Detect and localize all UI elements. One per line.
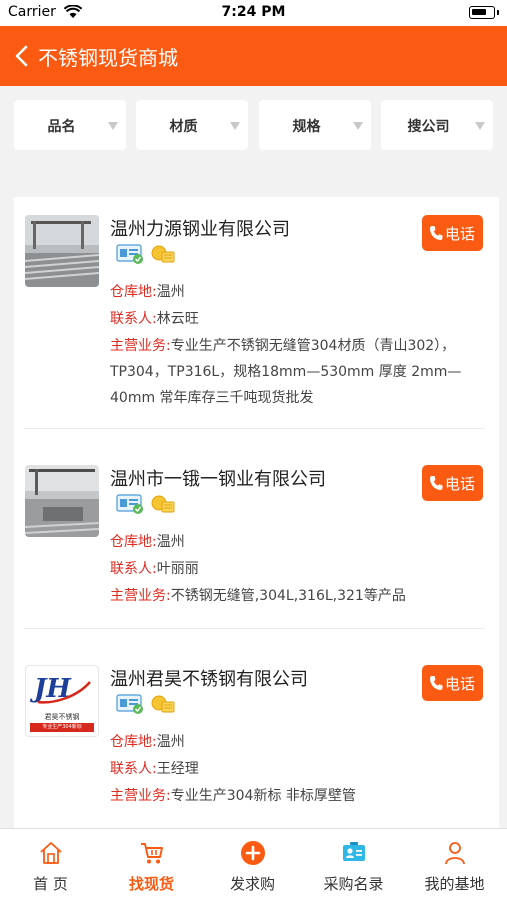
chevron-left-icon[interactable] xyxy=(12,44,34,68)
warehouse-value: 温州 xyxy=(156,284,185,300)
tab-bar: 首 页 找现货 发求购 采购名录 我的基地 xyxy=(0,828,507,900)
contact-row: 联系人:林云旺 xyxy=(110,306,480,332)
gold-member-icon xyxy=(151,495,175,513)
dropdown-arrow-icon xyxy=(230,122,240,130)
user-icon xyxy=(445,842,465,865)
contact-label: 联系人: xyxy=(110,761,157,777)
contact-value: 叶丽丽 xyxy=(156,561,199,577)
company-photo xyxy=(25,465,99,537)
warehouse-value: 温州 xyxy=(156,734,185,750)
warehouse-row: 仓库地:温州 xyxy=(110,529,480,555)
home-icon xyxy=(40,842,62,864)
company-logo: JH 君昊不锈钢 专业生产304新标 xyxy=(25,665,99,737)
tab-purchase-directory[interactable]: 采购名录 xyxy=(303,829,404,900)
warehouse-value: 温州 xyxy=(156,534,185,550)
card-divider xyxy=(24,628,485,629)
company-card[interactable]: 温州力源钢业有限公司 电话 仓库地:温州 联系人:林云旺 主营业务:专业生产不锈… xyxy=(14,197,499,429)
business-value: 不锈钢无缝管,304L,316L,321等产品 xyxy=(170,588,406,604)
tab-label: 采购名录 xyxy=(323,875,384,893)
tab-label: 首 页 xyxy=(33,875,68,893)
filter-bar: 品名 材质 规格 搜公司 xyxy=(0,86,507,170)
warehouse-label: 仓库地: xyxy=(110,534,157,550)
plus-circle-icon xyxy=(241,841,265,865)
phone-icon xyxy=(430,226,443,240)
contact-value: 王经理 xyxy=(156,761,199,777)
warehouse-label: 仓库地: xyxy=(110,284,157,300)
warehouse-label: 仓库地: xyxy=(110,734,157,750)
cart-icon xyxy=(141,843,163,864)
tab-find-stock[interactable]: 找现货 xyxy=(101,829,202,900)
gold-member-icon xyxy=(151,695,175,713)
id-verified-icon xyxy=(116,694,143,714)
battery-icon xyxy=(469,6,499,19)
filter-material[interactable]: 材质 xyxy=(136,100,248,150)
tab-home[interactable]: 首 页 xyxy=(0,829,101,900)
gold-member-icon xyxy=(151,245,175,263)
contact-row: 联系人:王经理 xyxy=(110,756,480,782)
company-name[interactable]: 温州力源钢业有限公司 xyxy=(110,215,290,241)
id-verified-icon xyxy=(116,244,143,264)
contact-card-icon xyxy=(343,842,365,861)
tab-label: 发求购 xyxy=(229,875,275,893)
nav-bar: 不锈钢现货商城 xyxy=(0,26,507,86)
id-verified-icon xyxy=(116,494,143,514)
logo-strip: 专业生产304新标 xyxy=(30,723,94,732)
warehouse-row: 仓库地:温州 xyxy=(110,729,480,755)
company-card[interactable]: JH 君昊不锈钢 专业生产304新标 温州君昊不锈钢有限公司 电话 仓库地:温州… xyxy=(14,647,499,828)
status-bar: Carrier 7:24 PM xyxy=(0,0,507,26)
business-row: 主营业务:专业生产304新标 非标厚壁管 xyxy=(110,783,480,809)
phone-icon xyxy=(430,676,443,690)
call-button-label: 电话 xyxy=(445,475,476,493)
filter-product-name[interactable]: 品名 xyxy=(14,100,126,150)
company-photo xyxy=(25,215,99,287)
dropdown-arrow-icon xyxy=(353,122,363,130)
phone-icon xyxy=(430,476,443,490)
warehouse-row: 仓库地:温州 xyxy=(110,279,480,305)
logo-caption: 君昊不锈钢 xyxy=(44,713,80,721)
business-label: 主营业务: xyxy=(110,338,171,354)
contact-value: 林云旺 xyxy=(156,311,199,327)
contact-label: 联系人: xyxy=(110,311,157,327)
card-divider xyxy=(24,428,485,429)
filter-company-search[interactable]: 搜公司 xyxy=(381,100,493,150)
business-label: 主营业务: xyxy=(110,788,171,804)
tab-post-request[interactable]: 发求购 xyxy=(202,829,303,900)
call-button[interactable]: 电话 xyxy=(422,665,483,701)
page-title: 不锈钢现货商城 xyxy=(38,46,178,70)
logo-swoosh xyxy=(37,681,91,704)
contact-row: 联系人:叶丽丽 xyxy=(110,556,480,582)
dropdown-arrow-icon xyxy=(475,122,485,130)
status-time: 7:24 PM xyxy=(221,4,286,20)
tab-label: 找现货 xyxy=(128,875,174,893)
filter-label: 品名 xyxy=(47,119,76,135)
company-card[interactable]: 温州市一锇一钢业有限公司 电话 仓库地:温州 联系人:叶丽丽 主营业务:不锈钢无… xyxy=(14,447,499,629)
dropdown-arrow-icon xyxy=(108,122,118,130)
call-button[interactable]: 电话 xyxy=(422,465,483,501)
tab-my-base[interactable]: 我的基地 xyxy=(404,829,505,900)
filter-label: 搜公司 xyxy=(407,119,450,135)
business-row: 主营业务:不锈钢无缝管,304L,316L,321等产品 xyxy=(110,583,480,609)
business-label: 主营业务: xyxy=(110,588,171,604)
filter-spec[interactable]: 规格 xyxy=(259,100,371,150)
call-button-label: 电话 xyxy=(445,225,476,243)
business-value: 专业生产304新标 非标厚壁管 xyxy=(170,788,356,804)
company-name[interactable]: 温州君昊不锈钢有限公司 xyxy=(110,665,308,691)
company-list: 温州力源钢业有限公司 电话 仓库地:温州 联系人:林云旺 主营业务:专业生产不锈… xyxy=(14,197,499,828)
call-button-label: 电话 xyxy=(445,675,476,693)
filter-label: 规格 xyxy=(292,119,321,135)
company-name[interactable]: 温州市一锇一钢业有限公司 xyxy=(110,465,326,491)
filter-label: 材质 xyxy=(169,119,198,135)
business-row: 主营业务:专业生产不锈钢无缝管304材质（青山302），TP304，TP316L… xyxy=(110,333,480,411)
contact-label: 联系人: xyxy=(110,561,157,577)
tab-label: 我的基地 xyxy=(424,875,485,893)
call-button[interactable]: 电话 xyxy=(422,215,483,251)
